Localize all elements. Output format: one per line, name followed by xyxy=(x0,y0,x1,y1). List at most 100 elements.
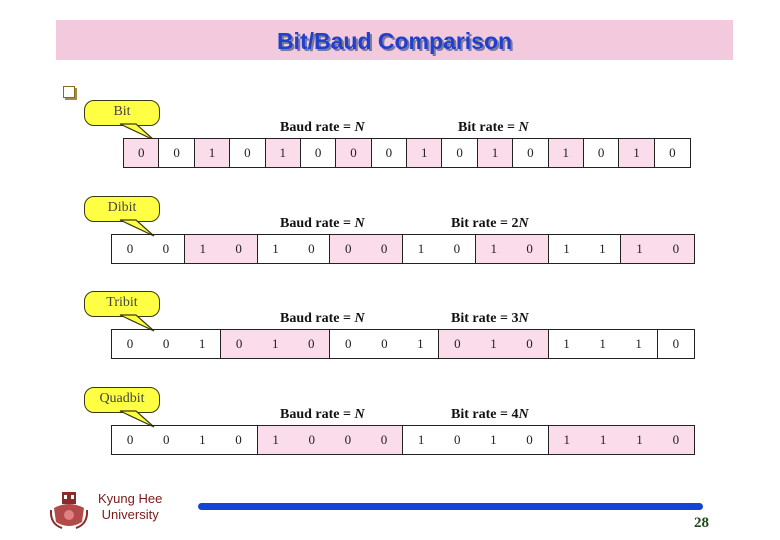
signal-element: 10 xyxy=(621,235,694,263)
signal-element: 1 0 0 0 xyxy=(257,426,403,454)
bit-cell: 0 xyxy=(235,241,242,256)
bit-rate-text: Bit rate = 2 xyxy=(451,216,519,231)
baud-rate-variable: N xyxy=(354,311,365,326)
bit-cell: 1 xyxy=(635,336,642,351)
signal-element: 1 xyxy=(407,139,443,167)
bit-cell: 0 xyxy=(126,336,134,351)
bit-cell: 0 xyxy=(526,432,533,447)
bit-cell: 0 xyxy=(162,432,170,447)
baud-rate-text: Baud rate = xyxy=(280,311,355,326)
bit-cell: 1 xyxy=(490,336,497,351)
bit-cell: 0 xyxy=(344,432,352,447)
signal-element: 0 xyxy=(124,139,160,167)
bit-cell: 1 xyxy=(563,432,570,447)
bit-rate-label: Bit rate = 4N xyxy=(451,407,529,423)
bit-cell: 0 xyxy=(173,145,180,160)
bit-cell: 0 xyxy=(308,241,315,256)
signal-element: 0 xyxy=(658,330,694,358)
bit-cell: 0 xyxy=(385,145,393,160)
bit-rate-label: Bit rate = N xyxy=(458,120,529,136)
university-name: Kyung Hee University xyxy=(98,491,162,523)
bit-cell: 1 xyxy=(199,432,206,447)
bit-sequence: 0 0 1 0 1 0 0 0 1 0 1 0 1 1 1 0 xyxy=(111,425,695,455)
signal-element: 0 1 0 xyxy=(439,330,549,358)
signal-element: 0 xyxy=(513,139,549,167)
bit-cell: 0 xyxy=(345,336,352,351)
bit-rate-variable: N xyxy=(518,407,529,422)
baud-rate-text: Baud rate = xyxy=(280,120,355,135)
bit-cell: 1 xyxy=(279,145,286,160)
signal-element: 0 xyxy=(159,139,195,167)
bit-cell: 1 xyxy=(599,241,606,256)
bit-cell: 0 xyxy=(235,336,243,351)
bullet-icon xyxy=(63,86,75,98)
bit-cell: 1 xyxy=(490,241,497,256)
bit-cell: 0 xyxy=(380,241,388,256)
bit-rate-variable: N xyxy=(518,216,529,231)
bit-sequence: 0 0 1 0 1 0 0 0 1 0 1 0 1 1 1 0 xyxy=(111,329,695,359)
page-number: 28 xyxy=(694,515,709,531)
bit-cell: 0 xyxy=(344,241,352,256)
signal-element: 0 0 1 xyxy=(330,330,440,358)
signal-element: 1 1 1 xyxy=(549,330,658,358)
bit-rate-text: Bit rate = xyxy=(458,120,519,135)
bit-cell: 0 xyxy=(307,336,315,351)
signal-element: 1 0 1 0 xyxy=(403,426,549,454)
signal-element: 1 xyxy=(265,139,301,167)
signal-element: 1 xyxy=(194,139,231,167)
bit-rate-variable: N xyxy=(518,311,529,326)
bit-cell: 1 xyxy=(208,145,216,160)
bit-cell: 0 xyxy=(672,336,680,351)
bit-cell: 0 xyxy=(126,241,134,256)
signal-element: 0 0 1 0 xyxy=(112,426,258,454)
baud-rate-label: Baud rate = N xyxy=(280,407,365,423)
signal-element: 0 xyxy=(584,139,620,167)
bit-cell: 1 xyxy=(562,145,569,160)
bit-cell: 1 xyxy=(417,241,425,256)
baud-rate-variable: N xyxy=(354,120,365,135)
bit-cell: 0 xyxy=(381,336,388,351)
signal-element: 0 xyxy=(442,139,478,167)
signal-element: 00 xyxy=(112,235,185,263)
signal-element: 0 1 0 xyxy=(221,330,331,358)
signal-element: 0 0 1 xyxy=(112,330,222,358)
university-emblem-icon xyxy=(49,492,89,529)
bit-cell: 1 xyxy=(272,432,279,447)
bit-cell: 0 xyxy=(526,336,533,351)
signal-element: 0 xyxy=(230,139,266,167)
title-bar: Bit/Baud Comparison xyxy=(56,20,733,60)
signal-element: 11 xyxy=(549,235,622,263)
bit-cell: 0 xyxy=(137,145,145,160)
baud-rate-label: Baud rate = N xyxy=(280,120,365,136)
signal-element: 0 xyxy=(655,139,690,167)
bit-cell: 1 xyxy=(417,432,425,447)
university-line-1: Kyung Hee xyxy=(98,491,163,506)
baud-rate-text: Baud rate = xyxy=(280,407,355,422)
signal-element: 1 xyxy=(548,139,584,167)
bit-cell: 1 xyxy=(563,241,570,256)
bit-cell: 0 xyxy=(162,336,170,351)
bit-rate-text: Bit rate = 4 xyxy=(451,407,519,422)
bit-cell: 0 xyxy=(597,145,605,160)
bit-cell: 0 xyxy=(350,145,357,160)
bit-cell: 1 xyxy=(563,336,570,351)
bit-cell: 0 xyxy=(244,145,251,160)
bit-cell: 0 xyxy=(308,432,315,447)
bit-cell: 0 xyxy=(453,241,461,256)
bit-cell: 1 xyxy=(271,336,279,351)
bit-cell: 1 xyxy=(636,241,643,256)
bit-cell: 0 xyxy=(235,432,242,447)
bit-cell: 1 xyxy=(599,336,606,351)
signal-element: 0 xyxy=(301,139,337,167)
bit-cell: 1 xyxy=(490,432,497,447)
signal-element: 10 xyxy=(184,235,258,263)
bit-rate-label: Bit rate = 2N xyxy=(451,216,529,232)
bit-rate-label: Bit rate = 3N xyxy=(451,311,529,327)
baud-rate-variable: N xyxy=(354,407,365,422)
baud-rate-label: Baud rate = N xyxy=(280,311,365,327)
bit-cell: 0 xyxy=(456,145,463,160)
bit-cell: 0 xyxy=(453,432,461,447)
baud-rate-label: Baud rate = N xyxy=(280,216,365,232)
bit-cell: 0 xyxy=(672,432,680,447)
bit-cell: 0 xyxy=(527,145,534,160)
